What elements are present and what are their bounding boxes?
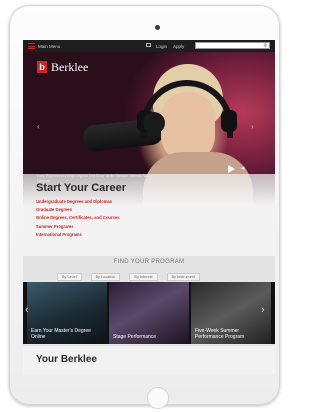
your-berklee-section: Your Berklee [23, 346, 275, 374]
camera-dot [155, 25, 160, 30]
carousel-tile-label: Five-Week Summer Performance Program [195, 328, 245, 340]
career-link[interactable]: International Programs [36, 231, 120, 239]
program-filters: By Level By Location By Interest By Inst… [57, 273, 201, 281]
chevron-left-icon[interactable]: ‹ [37, 122, 40, 131]
career-links: Undergraduate Degrees and Diplomas Gradu… [36, 198, 120, 239]
headphone-right [221, 110, 237, 132]
web-page: Main Menu Login Apply ⚲ b Berklee ‹ › La… [23, 40, 275, 374]
hamburger-menu-icon[interactable] [28, 43, 35, 49]
search-icon[interactable]: ⚲ [263, 43, 267, 49]
career-link[interactable]: Summer Programs [36, 223, 120, 231]
apply-link[interactable]: Apply [173, 44, 184, 49]
carousel-next-icon[interactable]: › [261, 304, 265, 316]
carousel-tile[interactable]: Five-Week Summer Performance Program [191, 282, 271, 344]
carousel-tile-label: Stage Performance [113, 334, 157, 340]
login-link[interactable]: Login [156, 44, 167, 49]
filter-by-location[interactable]: By Location [90, 273, 121, 281]
microphone-head [143, 112, 165, 134]
volume-icon[interactable]: ◂ [241, 165, 245, 173]
program-carousel: Earn Your Master's Degree Online Stage P… [23, 282, 275, 344]
top-bar: Main Menu Login Apply ⚲ [23, 40, 275, 52]
career-title: Start Your Career [36, 182, 127, 194]
career-link[interactable]: Graduate Degrees [36, 206, 120, 214]
play-icon[interactable] [228, 165, 235, 173]
career-link[interactable]: Undergraduate Degrees and Diplomas [36, 198, 120, 206]
berklee-logo-mark: b [37, 61, 47, 73]
mail-icon[interactable] [146, 43, 151, 47]
chevron-right-icon[interactable]: › [251, 122, 254, 131]
carousel-prev-icon[interactable]: ‹ [25, 304, 29, 316]
your-berklee-title: Your Berklee [36, 354, 97, 365]
find-program-section: FIND YOUR PROGRAM By Level By Location B… [23, 256, 275, 281]
berklee-logo-text: Berklee [51, 59, 89, 74]
berklee-logo[interactable]: b Berklee [37, 60, 88, 74]
carousel-tile[interactable]: Earn Your Master's Degree Online [27, 282, 107, 344]
filter-by-level[interactable]: By Level [57, 273, 82, 281]
search-input[interactable]: ⚲ [195, 42, 270, 49]
carousel-tile[interactable]: Stage Performance [109, 282, 189, 344]
home-button[interactable] [147, 387, 169, 409]
main-menu-link[interactable]: Main Menu [38, 44, 60, 49]
filter-by-instrument[interactable]: By Instrument [166, 273, 201, 281]
carousel-tile-label: Earn Your Master's Degree Online [31, 328, 91, 340]
find-program-title: FIND YOUR PROGRAM [113, 259, 185, 265]
filter-by-interest[interactable]: By Interest [129, 273, 158, 281]
career-link[interactable]: Online Degrees, Certificates, and Course… [36, 214, 120, 222]
